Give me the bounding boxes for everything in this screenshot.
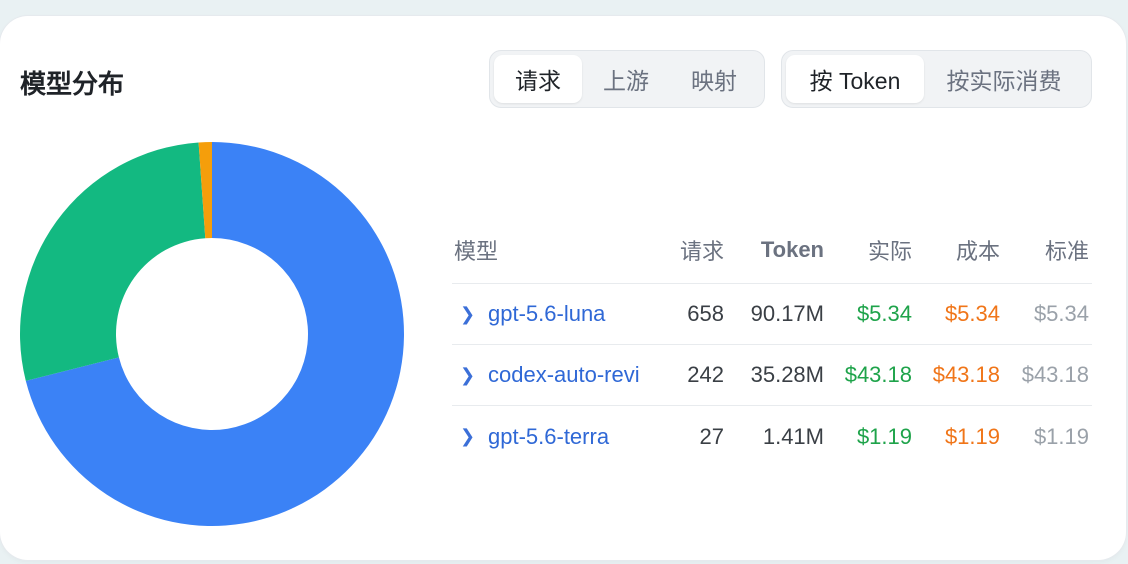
model-name[interactable]: gpt-5.6-terra	[488, 424, 609, 450]
segment-mapping[interactable]: 映射	[670, 55, 758, 103]
table-header-row: 模型 请求 Token 实际 成本 标准	[452, 216, 1092, 284]
model-table: 模型 请求 Token 实际 成本 标准 ❯ gpt-5.6-luna 658 …	[452, 216, 1092, 467]
header-actual[interactable]: 实际	[824, 216, 912, 283]
requests-cell: 27	[699, 423, 724, 449]
cost-cell: $43.18	[932, 362, 1000, 387]
donut-slice-codex-auto-revi[interactable]	[19, 142, 206, 381]
header-requests[interactable]: 请求	[674, 216, 724, 283]
requests-cell: 242	[687, 362, 724, 387]
chevron-right-icon[interactable]: ❯	[460, 304, 475, 325]
table-row[interactable]: ❯ gpt-5.6-luna 658 90.17M $5.34 $5.34 $5…	[452, 284, 1092, 345]
model-cell[interactable]: ❯ gpt-5.6-luna	[454, 284, 674, 344]
standard-cell: $43.18	[1021, 362, 1089, 387]
model-distribution-card: 模型分布 请求 上游 映射 按 Token 按实际消费 模型 请求 Token …	[0, 16, 1126, 560]
requests-cell: 658	[687, 301, 724, 326]
model-name[interactable]: gpt-5.6-luna	[488, 301, 605, 327]
standard-cell: $5.34	[1033, 301, 1089, 326]
token-cell: 35.28M	[750, 362, 824, 387]
segment-requests[interactable]: 请求	[494, 55, 582, 103]
actual-cell: $43.18	[844, 362, 912, 387]
model-name[interactable]: codex-auto-revi	[488, 362, 640, 388]
header-standard[interactable]: 标准	[1000, 216, 1089, 283]
metric-segmented-control: 按 Token 按实际消费	[781, 50, 1092, 108]
chevron-right-icon[interactable]: ❯	[460, 365, 475, 386]
header-model[interactable]: 模型	[454, 216, 674, 283]
token-cell: 90.17M	[750, 301, 824, 326]
card-title: 模型分布	[20, 69, 125, 99]
header-cost[interactable]: 成本	[912, 216, 1000, 283]
segment-upstream[interactable]: 上游	[582, 55, 670, 103]
header-token[interactable]: Token	[724, 216, 824, 283]
token-cell: 1.41M	[762, 423, 824, 449]
table-row[interactable]: ❯ codex-auto-revi 242 35.28M $43.18 $43.…	[452, 345, 1092, 406]
donut-chart	[19, 142, 404, 526]
segment-by-actual-spend[interactable]: 按实际消费	[924, 55, 1084, 103]
model-cell[interactable]: ❯ codex-auto-revi	[454, 345, 674, 405]
table-row[interactable]: ❯ gpt-5.6-terra 27 1.41M $1.19 $1.19 $1.…	[452, 406, 1092, 467]
standard-cell: $1.19	[1033, 423, 1089, 449]
chevron-right-icon[interactable]: ❯	[460, 426, 475, 447]
cost-cell: $1.19	[944, 423, 1000, 449]
actual-cell: $5.34	[856, 301, 912, 326]
actual-cell: $1.19	[856, 423, 912, 449]
view-segmented-control: 请求 上游 映射	[489, 50, 765, 108]
model-cell[interactable]: ❯ gpt-5.6-terra	[454, 406, 674, 467]
segment-by-token[interactable]: 按 Token	[786, 55, 924, 103]
cost-cell: $5.34	[944, 301, 1000, 326]
